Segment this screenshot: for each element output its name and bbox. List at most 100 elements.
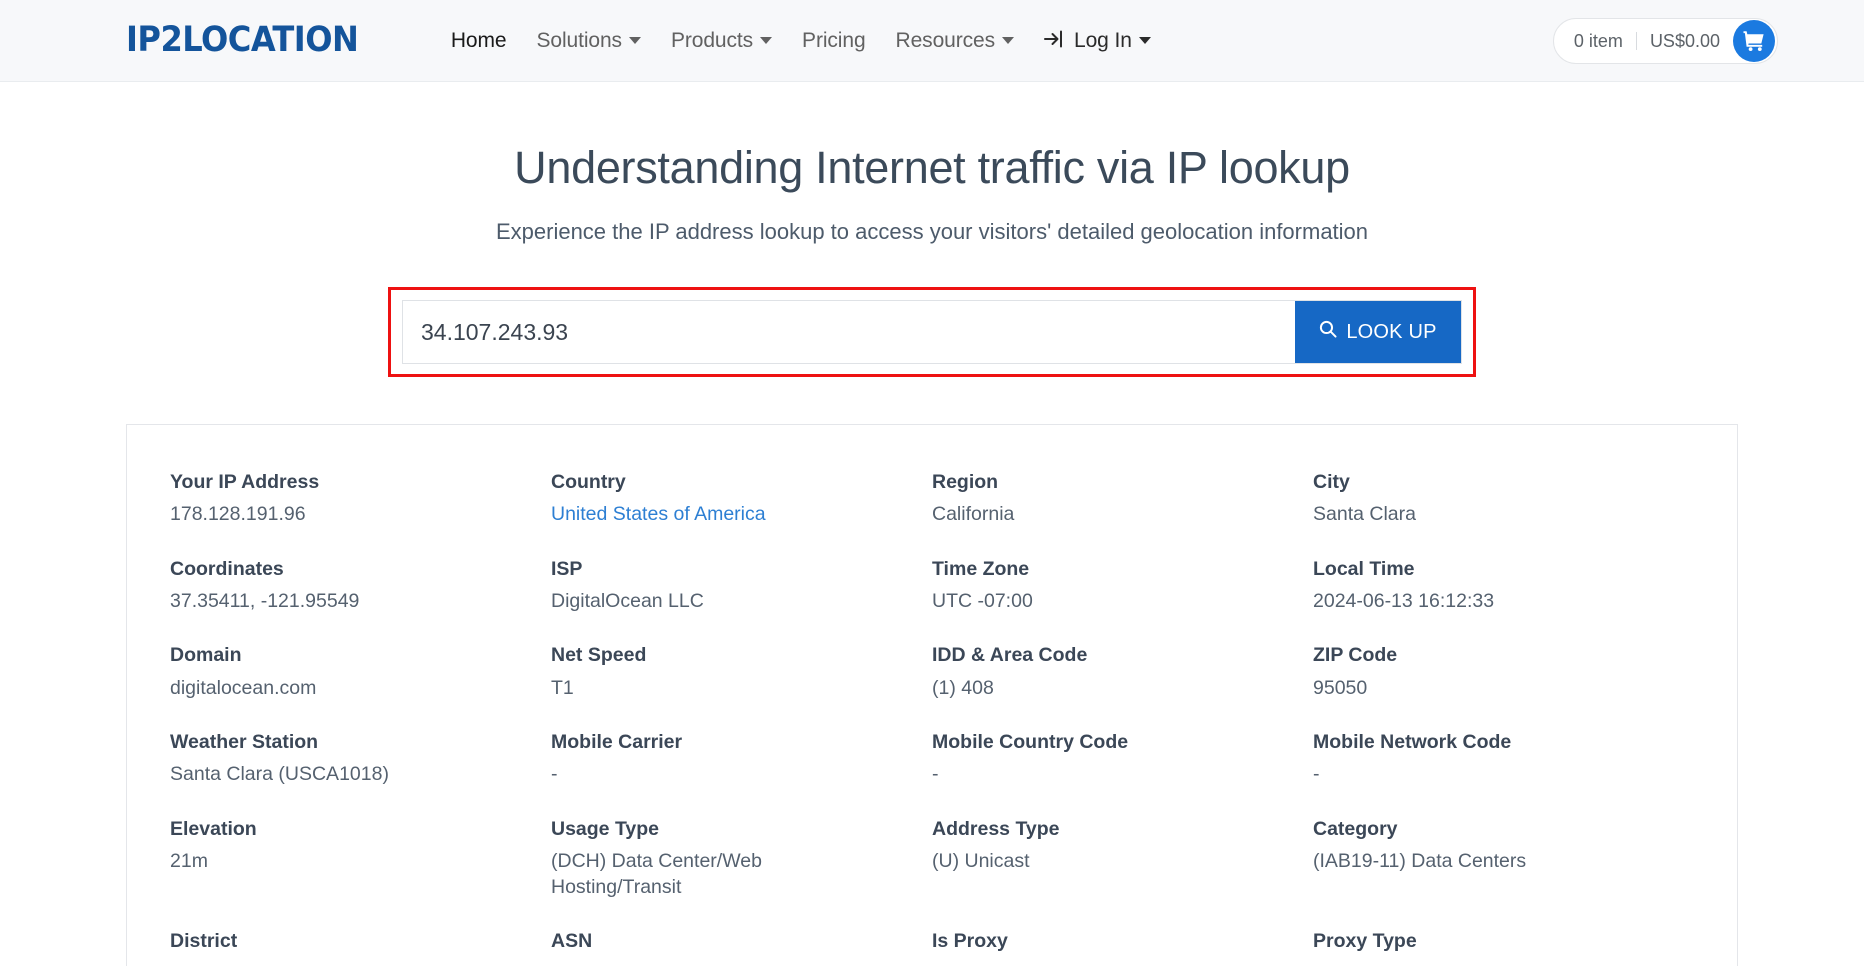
geolocation-field-value: DigitalOcean LLC	[551, 589, 704, 612]
geolocation-field: Net Speed T1	[551, 642, 932, 729]
nav-item-login[interactable]: Log In	[1029, 29, 1166, 53]
geolocation-field-value: 37.35411, -121.95549	[170, 589, 360, 612]
cart-widget[interactable]: 0 item US$0.00	[1552, 17, 1778, 64]
geolocation-field-label: Coordinates	[170, 557, 284, 580]
geolocation-field-label: City	[1313, 471, 1350, 493]
geolocation-field-value: (1) 408	[932, 676, 994, 699]
geolocation-field-label: Is Proxy	[932, 930, 1008, 953]
geolocation-field-value: 178.128.191.96	[170, 503, 306, 526]
nav-item-label: Pricing	[802, 28, 866, 52]
geolocation-field: Elevation 21m	[170, 816, 551, 929]
geolocation-field-value: (U) Unicast	[932, 849, 1030, 872]
geolocation-field-label: Elevation	[170, 817, 257, 840]
geolocation-field: Address Type (U) Unicast	[932, 816, 1313, 929]
geolocation-field: Country United States of America	[551, 469, 932, 556]
site-header: IP2LOCATION Home Solutions Products Pricing…	[0, 0, 1864, 82]
geolocation-field-label: Proxy Type	[1313, 930, 1417, 953]
nav-item-pricing[interactable]: Pricing	[787, 29, 881, 53]
geolocation-field-label: Mobile Country Code	[932, 730, 1129, 753]
ip-lookup-search-highlight: LOOK UP	[388, 287, 1476, 377]
geolocation-field: ZIP Code 95050	[1313, 642, 1694, 729]
brand-logo-link[interactable]: IP2LOCATION	[126, 23, 359, 58]
nav-item-label: Products	[670, 28, 754, 52]
main-navigation: Home Solutions Products Pricing Resources Log…	[436, 29, 1166, 53]
nav-item-products[interactable]: Products	[656, 29, 787, 53]
chevron-down-icon	[760, 37, 773, 44]
nav-item-label: Resources	[895, 28, 996, 52]
nav-item-solutions[interactable]: Solutions	[521, 29, 656, 53]
geolocation-field-label: Mobile Network Code	[1313, 730, 1512, 753]
geolocation-field: Mobile Carrier -	[551, 729, 932, 816]
geolocation-field-label: ISP	[551, 557, 583, 580]
geolocation-field-label: Country	[551, 471, 626, 493]
geolocation-field-label: ZIP Code	[1313, 644, 1398, 667]
geolocation-field-label: Weather Station	[170, 730, 319, 753]
nav-item-label: Log In	[1074, 28, 1132, 52]
shopping-cart-icon[interactable]	[1733, 19, 1775, 62]
geolocation-field: Usage Type (DCH) Data Center/Web Hosting/…	[551, 816, 932, 929]
chevron-down-icon	[628, 37, 641, 44]
geolocation-field-value[interactable]: United States of America	[551, 501, 831, 527]
geolocation-field: ISP DigitalOcean LLC	[551, 556, 932, 643]
geolocation-field-value: UTC -07:00	[932, 589, 1033, 612]
hero-section: Understanding Internet traffic via IP lo…	[0, 82, 1864, 245]
geolocation-field: IDD & Area Code (1) 408	[932, 642, 1313, 729]
geolocation-result-panel: Your IP Address 178.128.191.96 Country Unit…	[126, 424, 1738, 966]
search-icon	[1319, 320, 1337, 344]
geolocation-field: District	[170, 928, 551, 966]
geolocation-field-label: ASN	[551, 930, 593, 953]
geolocation-field: Region California	[932, 469, 1313, 556]
login-arrow-icon	[1044, 30, 1066, 52]
geolocation-field-label: Local Time	[1313, 557, 1415, 580]
geolocation-field-label: Mobile Carrier	[551, 730, 683, 753]
page-subtitle: Experience the IP address lookup to acce…	[495, 219, 1369, 244]
lookup-button[interactable]: LOOK UP	[1295, 301, 1461, 363]
geolocation-field-value: (DCH) Data Center/Web Hosting/Transit	[551, 849, 762, 899]
nav-item-label: Home	[450, 28, 507, 52]
ip2location-logo: IP2LOCATION	[126, 20, 359, 60]
geolocation-field-value: Santa Clara	[1313, 503, 1416, 526]
geolocation-field-label: Usage Type	[551, 817, 660, 840]
geolocation-field-label: Time Zone	[932, 557, 1030, 580]
nav-item-home[interactable]: Home	[436, 29, 522, 53]
geolocation-field-grid: Your IP Address 178.128.191.96 Country Unit…	[170, 469, 1694, 966]
geolocation-field-label: IDD & Area Code	[932, 644, 1088, 667]
geolocation-field-value: 95050	[1313, 676, 1368, 699]
cart-total-price: US$0.00	[1649, 30, 1720, 51]
geolocation-field-value: digitalocean.com	[170, 676, 317, 699]
page-title: Understanding Internet traffic via IP lo…	[514, 142, 1350, 193]
geolocation-field: ASN	[551, 928, 932, 966]
geolocation-field-value: 2024-06-13 16:12:33	[1313, 589, 1495, 612]
geolocation-field-value: California	[932, 503, 1015, 526]
geolocation-field-value: -	[1313, 763, 1320, 786]
ip-lookup-search-group: LOOK UP	[402, 300, 1462, 364]
geolocation-field: Category (IAB19-11) Data Centers	[1313, 816, 1694, 929]
geolocation-field-label: District	[170, 930, 238, 953]
geolocation-field: Proxy Type	[1313, 928, 1694, 966]
nav-item-resources[interactable]: Resources	[881, 29, 1029, 53]
lookup-button-label: LOOK UP	[1346, 320, 1437, 343]
chevron-down-icon	[1138, 37, 1151, 44]
geolocation-field-value: T1	[551, 676, 574, 699]
nav-item-label: Solutions	[536, 28, 622, 52]
geolocation-field-value: -	[932, 763, 939, 786]
geolocation-field: Domain digitalocean.com	[170, 642, 551, 729]
geolocation-field: Is Proxy	[932, 928, 1313, 966]
geolocation-field: Time Zone UTC -07:00	[932, 556, 1313, 643]
geolocation-field: City Santa Clara	[1313, 469, 1694, 556]
geolocation-field: Mobile Network Code -	[1313, 729, 1694, 816]
geolocation-field-value: Santa Clara (USCA1018)	[170, 763, 389, 786]
geolocation-field-label: Region	[932, 471, 999, 493]
geolocation-field-value: -	[551, 763, 558, 786]
geolocation-field: Weather Station Santa Clara (USCA1018)	[170, 729, 551, 816]
ip-search-input[interactable]	[403, 301, 1295, 363]
geolocation-field-value: 21m	[170, 849, 208, 872]
geolocation-field-value: (IAB19-11) Data Centers	[1313, 849, 1527, 872]
geolocation-field-label: Your IP Address	[170, 471, 320, 493]
geolocation-field-label: Domain	[170, 644, 242, 667]
cart-item-count: 0 item	[1574, 31, 1637, 50]
geolocation-field: Your IP Address 178.128.191.96	[170, 469, 551, 556]
chevron-down-icon	[1002, 37, 1015, 44]
geolocation-field: Coordinates 37.35411, -121.95549	[170, 556, 551, 643]
geolocation-field-label: Address Type	[932, 817, 1060, 840]
